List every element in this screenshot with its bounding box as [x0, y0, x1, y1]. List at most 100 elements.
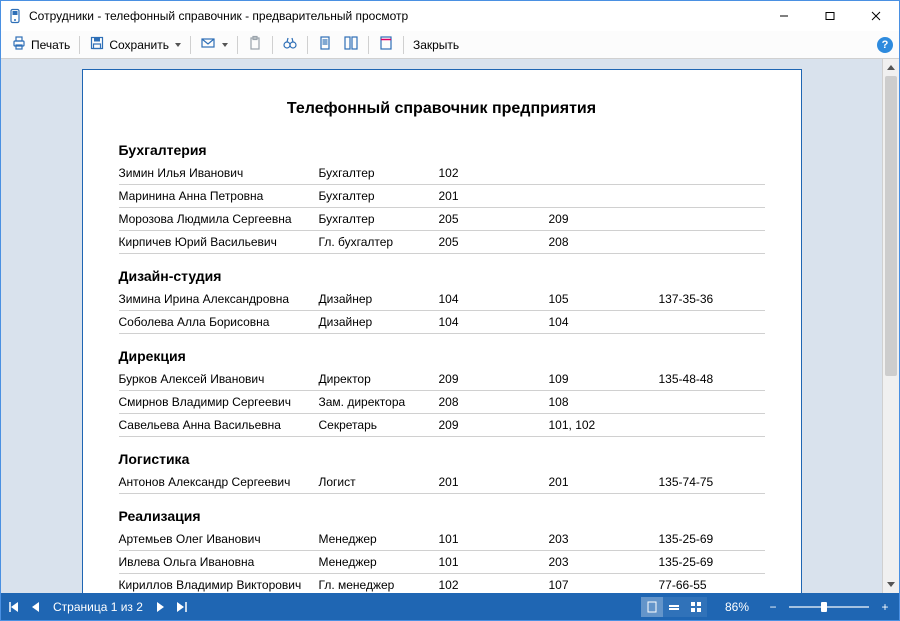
table-row: Кириллов Владимир ВикторовичГл. менеджер… [119, 574, 765, 594]
phone-internal-2 [549, 162, 659, 185]
first-page-button[interactable] [9, 602, 19, 612]
phone-internal-2: 203 [549, 551, 659, 574]
phone-internal-1: 101 [439, 551, 549, 574]
single-page-button[interactable] [313, 34, 337, 56]
phone-internal-1: 209 [439, 414, 549, 437]
employee-position: Менеджер [319, 551, 439, 574]
table-row: Смирнов Владимир СергеевичЗам. директора… [119, 391, 765, 414]
next-page-button[interactable] [157, 602, 165, 612]
phone-external [659, 185, 765, 208]
save-icon [89, 35, 105, 54]
scrollbar-track[interactable] [883, 76, 899, 576]
employee-position: Дизайнер [319, 288, 439, 311]
phone-external: 135-48-48 [659, 368, 765, 391]
print-button[interactable]: Печать [7, 34, 74, 56]
phone-internal-2: 203 [549, 528, 659, 551]
employee-position: Бухгалтер [319, 185, 439, 208]
find-button[interactable] [278, 34, 302, 56]
employee-position: Директор [319, 368, 439, 391]
employee-table: Бурков Алексей ИвановичДиректор209109135… [119, 368, 765, 437]
view-mode-toggle [641, 597, 707, 617]
zoom-slider-thumb[interactable] [821, 602, 827, 612]
zoom-in-button[interactable]: + [879, 600, 891, 614]
table-row: Зимина Ирина АлександровнаДизайнер104105… [119, 288, 765, 311]
phone-internal-2: 107 [549, 574, 659, 594]
mail-button[interactable] [196, 34, 232, 56]
scroll-up-button[interactable] [883, 59, 899, 76]
phone-internal-2 [549, 185, 659, 208]
phone-external: 137-35-36 [659, 288, 765, 311]
phone-external [659, 311, 765, 334]
close-window-button[interactable] [853, 1, 899, 31]
help-button[interactable]: ? [877, 37, 893, 53]
department-heading: Дизайн-студия [119, 268, 765, 284]
employee-name: Соболева Алла Борисовна [119, 311, 319, 334]
multi-page-icon [343, 35, 359, 54]
page-indicator: Страница 1 из 2 [53, 600, 143, 614]
page: Телефонный справочник предприятия Бухгал… [82, 69, 802, 593]
table-row: Кирпичев Юрий ВасильевичГл. бухгалтер205… [119, 231, 765, 254]
zoom-out-button[interactable]: − [767, 600, 779, 614]
phone-external: 135-25-69 [659, 551, 765, 574]
phone-external: 135-74-75 [659, 471, 765, 494]
titlebar: Сотрудники - телефонный справочник - пре… [1, 1, 899, 31]
zoom-slider[interactable] [789, 606, 869, 608]
window-title: Сотрудники - телефонный справочник - пре… [29, 9, 761, 23]
save-button[interactable]: Сохранить [85, 34, 185, 56]
table-row: Зимин Илья ИвановичБухгалтер102 [119, 162, 765, 185]
view-grid-button[interactable] [685, 597, 707, 617]
maximize-button[interactable] [807, 1, 853, 31]
phone-internal-2: 109 [549, 368, 659, 391]
phone-internal-1: 101 [439, 528, 549, 551]
printer-icon [11, 35, 27, 54]
employee-name: Кирпичев Юрий Васильевич [119, 231, 319, 254]
page-setup-button[interactable] [374, 34, 398, 56]
phone-internal-1: 102 [439, 162, 549, 185]
department-heading: Реализация [119, 508, 765, 524]
app-phone-icon [7, 8, 23, 24]
toolbar-separator [368, 36, 369, 54]
chevron-up-icon [887, 65, 895, 70]
employee-name: Ивлева Ольга Ивановна [119, 551, 319, 574]
employee-position: Гл. бухгалтер [319, 231, 439, 254]
phone-internal-1: 102 [439, 574, 549, 594]
binoculars-icon [282, 35, 298, 54]
phone-internal-2: 208 [549, 231, 659, 254]
employee-name: Зимина Ирина Александровна [119, 288, 319, 311]
table-row: Бурков Алексей ИвановичДиректор209109135… [119, 368, 765, 391]
phone-internal-2: 104 [549, 311, 659, 334]
chevron-down-icon [175, 43, 181, 47]
zoom-controls: 86% − + [717, 600, 891, 614]
phone-internal-1: 205 [439, 231, 549, 254]
print-label: Печать [31, 38, 70, 52]
vertical-scrollbar[interactable] [882, 59, 899, 593]
scroll-down-button[interactable] [883, 576, 899, 593]
toolbar-separator [190, 36, 191, 54]
employee-position: Зам. директора [319, 391, 439, 414]
employee-name: Бурков Алексей Иванович [119, 368, 319, 391]
toolbar-separator [403, 36, 404, 54]
phone-internal-1: 208 [439, 391, 549, 414]
table-row: Артемьев Олег ИвановичМенеджер101203135-… [119, 528, 765, 551]
last-page-button[interactable] [177, 602, 187, 612]
phone-internal-1: 201 [439, 185, 549, 208]
close-preview-button[interactable]: Закрыть [409, 34, 463, 56]
page-scroll-area[interactable]: Телефонный справочник предприятия Бухгал… [1, 59, 882, 593]
employee-table: Антонов Александр СергеевичЛогист2012011… [119, 471, 765, 494]
toolbar-separator [307, 36, 308, 54]
view-facing-button[interactable] [663, 597, 685, 617]
prev-page-button[interactable] [31, 602, 39, 612]
table-row: Морозова Людмила СергеевнаБухгалтер20520… [119, 208, 765, 231]
phone-internal-2: 105 [549, 288, 659, 311]
phone-external [659, 414, 765, 437]
document-title: Телефонный справочник предприятия [119, 100, 765, 118]
chevron-down-icon [222, 43, 228, 47]
phone-internal-2: 101, 102 [549, 414, 659, 437]
multi-page-button[interactable] [339, 34, 363, 56]
phone-internal-2: 108 [549, 391, 659, 414]
clipboard-button[interactable] [243, 34, 267, 56]
scrollbar-thumb[interactable] [885, 76, 897, 376]
view-single-button[interactable] [641, 597, 663, 617]
phone-internal-1: 209 [439, 368, 549, 391]
minimize-button[interactable] [761, 1, 807, 31]
